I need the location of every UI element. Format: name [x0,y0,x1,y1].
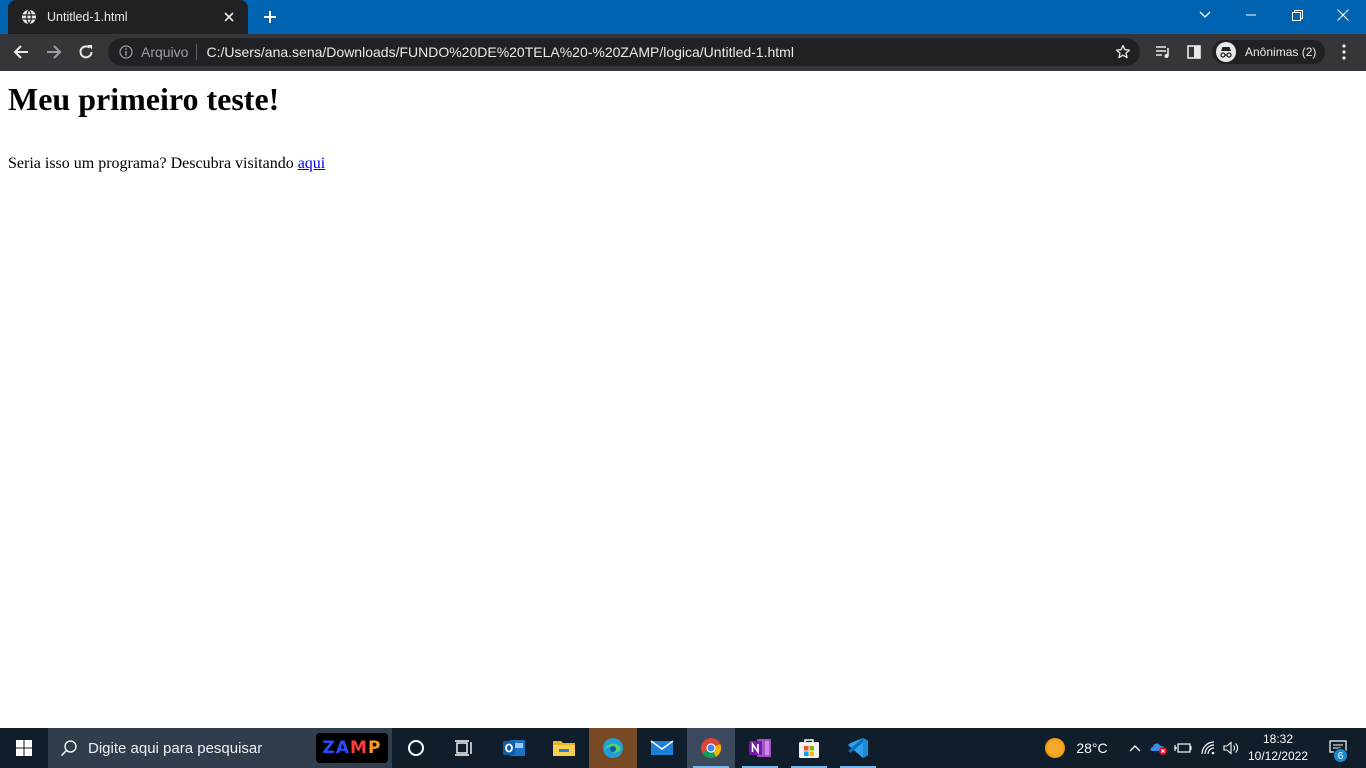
file-explorer-icon [552,738,576,758]
minimize-button[interactable] [1228,0,1274,30]
onenote-button[interactable] [736,728,784,768]
chevron-down-icon [1199,11,1211,19]
clock-time: 18:32 [1262,732,1294,746]
chrome-button[interactable] [687,728,735,768]
search-placeholder: Digite aqui para pesquisar [88,739,263,757]
edge-icon [601,736,625,760]
security-chip[interactable]: Arquivo [141,44,198,60]
outlook-button[interactable] [490,728,538,768]
media-queue-button[interactable] [1149,38,1177,66]
browser-tab[interactable]: Untitled-1.html [8,0,248,34]
incognito-icon [1216,42,1236,62]
plus-icon [263,10,277,24]
vscode-button[interactable] [834,728,882,768]
volume-tray[interactable] [1220,728,1242,768]
notification-count-badge: 6 [1333,748,1348,763]
menu-button[interactable] [1330,38,1358,66]
minimize-icon [1246,14,1256,16]
restore-button[interactable] [1274,0,1320,30]
globe-icon [21,9,37,25]
back-button[interactable] [7,38,35,66]
info-icon[interactable] [119,45,133,59]
wifi-icon [1200,741,1216,755]
paragraph-text: Seria isso um programa? Descubra visitan… [8,155,298,172]
page-heading: Meu primeiro teste! [8,81,280,117]
cortana-icon [407,739,425,757]
windows-icon [16,740,32,756]
weather-temperature: 28°C [1076,740,1108,756]
zamp-logo[interactable]: ZAMP [316,733,388,763]
profile-label: Anônimas (2) [1245,45,1317,59]
onenote-icon [748,737,772,759]
search-icon [60,739,78,757]
file-explorer-button[interactable] [540,728,588,768]
back-icon [13,44,29,60]
speaker-icon [1223,741,1239,755]
close-icon [1337,9,1349,21]
star-icon[interactable] [1115,44,1131,60]
start-button[interactable] [0,728,48,768]
onedrive-tray[interactable] [1148,728,1170,768]
reload-icon [78,44,94,60]
chrome-icon [699,736,723,760]
page-content: Meu primeiro teste! Seria isso um progra… [0,71,1366,728]
side-panel-icon [1187,45,1201,59]
store-icon [797,736,821,760]
battery-icon [1174,742,1192,754]
address-bar[interactable]: Arquivo C:/Users/ana.sena/Downloads/FUND… [108,38,1140,66]
forward-icon [46,44,62,60]
network-tray[interactable] [1197,728,1219,768]
system-clock[interactable]: 18:32 10/12/2022 [1245,731,1311,765]
url-text[interactable]: C:/Users/ana.sena/Downloads/FUNDO%20DE%2… [197,44,793,60]
page-paragraph: Seria isso um programa? Descubra visitan… [8,155,325,173]
mail-button[interactable] [638,728,686,768]
chevron-up-icon [1129,744,1141,752]
onedrive-error-icon [1149,740,1169,756]
store-button[interactable] [785,728,833,768]
tab-strip: Untitled-1.html [0,0,1366,34]
profile-button[interactable]: Anônimas (2) [1212,40,1325,64]
new-tab-button[interactable] [257,5,283,29]
taskbar: Digite aqui para pesquisar ZAMP 28°C 18:… [0,728,1366,768]
vscode-icon [846,736,870,760]
close-icon[interactable] [220,8,238,26]
cortana-button[interactable] [392,728,440,768]
tab-title: Untitled-1.html [47,10,128,24]
edge-button[interactable] [589,728,637,768]
weather-widget[interactable]: 28°C [1040,728,1112,768]
aqui-link[interactable]: aqui [298,155,326,172]
forward-button[interactable] [40,38,68,66]
close-window-button[interactable] [1320,0,1366,30]
tab-search-button[interactable] [1182,0,1228,30]
clock-date: 10/12/2022 [1247,749,1309,763]
side-panel-button[interactable] [1180,38,1208,66]
show-hidden-icons-button[interactable] [1124,728,1146,768]
restore-icon [1291,9,1303,21]
reload-button[interactable] [72,38,100,66]
sun-icon [1044,737,1066,759]
outlook-icon [502,737,526,759]
mail-icon [650,739,674,757]
task-view-icon [454,739,474,757]
media-queue-icon [1155,45,1171,59]
battery-tray[interactable] [1172,728,1194,768]
task-view-button[interactable] [440,728,488,768]
menu-dots-icon [1342,44,1346,60]
